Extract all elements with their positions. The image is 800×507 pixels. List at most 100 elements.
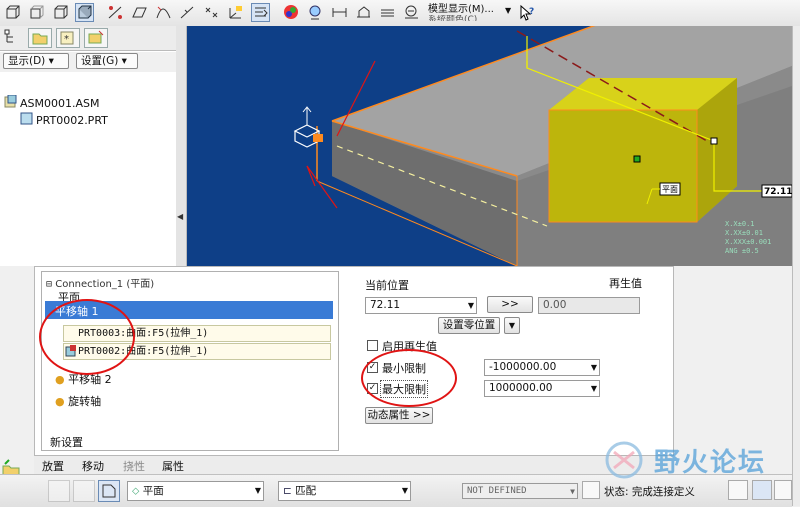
tree-item-prt[interactable]: PRT0002.PRT — [20, 112, 108, 128]
settings-menu-button[interactable]: 设置(G) ▾ — [76, 53, 138, 69]
measure-distance-icon[interactable] — [330, 3, 349, 22]
plane-tag: 平面 — [662, 185, 678, 194]
section-icon[interactable] — [354, 3, 373, 22]
tab-placement[interactable]: 放置 — [42, 458, 64, 474]
set-zero-button[interactable]: 设置零位置 — [438, 317, 500, 334]
folder-browser-tab-icon[interactable] — [28, 28, 52, 48]
tree-item-asm[interactable]: ASM0001.ASM — [4, 94, 100, 111]
model-display-menu[interactable]: 模型显示(M)... 系统颜色(C) — [428, 4, 516, 21]
user-defined-icon[interactable] — [48, 480, 70, 502]
tab-move[interactable]: 移动 — [82, 458, 104, 474]
jump-button[interactable]: >> — [487, 296, 533, 313]
ok-icon[interactable] — [774, 480, 792, 500]
new-setting-link[interactable]: 新设置 — [50, 434, 83, 450]
set-zero-dropdown[interactable]: ▼ — [504, 317, 520, 334]
regen-value: 0.00 — [543, 299, 567, 311]
match-type-select[interactable]: ⊏ 匹配 ▼ — [278, 481, 411, 501]
csys-display-icon[interactable] — [226, 3, 245, 22]
system-colors-label: 系统颜色(C) — [428, 15, 478, 21]
tab-properties[interactable]: 属性 — [162, 458, 184, 474]
model-tree-tab-icon[interactable] — [2, 28, 26, 48]
precision-line: ANG ±0.5 — [725, 247, 759, 255]
watermark-text: 野火论坛 — [654, 448, 767, 478]
axis-display-icon[interactable] — [178, 3, 197, 22]
spin-center-icon[interactable] — [251, 3, 270, 22]
connection-type-icon[interactable] — [98, 480, 120, 502]
bullet-icon: ● — [55, 373, 65, 386]
right-toolbar — [792, 26, 800, 506]
min-limit-select[interactable]: -1000000.00 ▼ — [484, 359, 600, 376]
view-manager-icon[interactable] — [402, 3, 421, 22]
flip-icon[interactable] — [582, 481, 600, 499]
pause-icon[interactable] — [728, 480, 748, 500]
chevron-down-icon: ▼ — [570, 487, 575, 496]
context-help-icon[interactable]: ? — [518, 4, 536, 22]
model-view[interactable]: 72.11 平面 X.X±0.1 X.XX±0.01 X.XXX±0.001 A… — [187, 26, 792, 266]
regen-value-field[interactable]: 0.00 — [538, 297, 640, 314]
current-position-value: 72.11 — [370, 299, 401, 311]
graphics-window[interactable]: 72.11 平面 X.X±0.1 X.XX±0.01 X.XXX±0.001 A… — [187, 26, 792, 266]
panel-splitter[interactable]: ◀ — [176, 26, 186, 266]
constraint-type-select[interactable]: ⬦ 平面 ▼ — [127, 481, 264, 501]
min-limit-value: -1000000.00 — [489, 361, 557, 373]
offset-value: NOT DEFINED — [467, 486, 527, 496]
precision-line: X.X±0.1 — [725, 220, 755, 228]
connections-tab-icon[interactable] — [84, 28, 108, 48]
dimension-label[interactable]: 72.11 — [764, 187, 792, 197]
enable-regen-checkbox[interactable] — [367, 340, 378, 351]
match-icon: ⊏ — [283, 485, 296, 497]
preview-icon[interactable] — [752, 480, 772, 500]
precision-line: X.XX±0.01 — [725, 229, 763, 237]
annotation-ellipse — [361, 349, 457, 407]
datum-curve-icon[interactable] — [154, 3, 173, 22]
chevron-down-icon: ▼ — [590, 384, 597, 393]
svg-text:*: * — [64, 34, 69, 45]
chevron-down-icon: ▼ — [254, 486, 261, 495]
model-tree-icon[interactable] — [306, 3, 325, 22]
rotation-axis-label: 旋转轴 — [68, 395, 102, 408]
current-position-select[interactable]: 72.11 ▼ — [365, 297, 477, 314]
layers-icon[interactable] — [378, 3, 397, 22]
shading-icon[interactable] — [75, 3, 94, 22]
svg-text:?: ? — [529, 7, 534, 17]
point-display-icon[interactable] — [202, 3, 221, 22]
favorites-tab-icon[interactable]: * — [56, 28, 80, 48]
match-type-value: 匹配 — [295, 485, 317, 497]
drag-handle[interactable] — [293, 106, 323, 148]
datum-plane-icon[interactable] — [130, 3, 149, 22]
annotation-ellipse — [39, 299, 135, 375]
offset-field[interactable]: NOT DEFINED ▼ — [462, 483, 578, 499]
plane-icon: ⬦ — [132, 485, 143, 497]
collapse-icon[interactable]: ⊟ — [46, 279, 52, 290]
precision-line: X.XXX±0.001 — [725, 238, 771, 246]
tab-flexibility[interactable]: 挠性 — [123, 458, 145, 474]
constraint-type-value: 平面 — [142, 485, 164, 497]
chevron-down-icon[interactable]: ▼ — [505, 6, 511, 15]
chevron-down-icon: ▼ — [401, 486, 408, 495]
tree-item-label: PRT0002.PRT — [36, 113, 108, 127]
max-limit-select[interactable]: 1000000.00 ▼ — [484, 380, 600, 397]
model-tree-panel: * 显示(D) ▾ 设置(G) ▾ ASM0001.ASM PRT0002.PR… — [0, 26, 187, 266]
display-menu-button[interactable]: 显示(D) ▾ — [3, 53, 69, 69]
connection-title-row[interactable]: ⊟ Connection_1 (平面) — [46, 275, 154, 290]
chevron-down-icon: ▼ — [590, 363, 597, 372]
watermark-logo: 野火论坛 — [600, 440, 790, 480]
dynamic-properties-button[interactable]: 动态属性 >> — [365, 407, 433, 424]
no-hidden-icon[interactable] — [51, 3, 70, 22]
hidden-line-icon[interactable] — [27, 3, 46, 22]
main-toolbar: 模型显示(M)... 系统颜色(C) ▼ ? — [0, 0, 800, 27]
model-display-label: 模型显示(M)... — [428, 4, 494, 15]
tree-item-label: ASM0001.ASM — [20, 96, 100, 110]
assembly-icon — [4, 94, 17, 111]
constraint-icon[interactable] — [73, 480, 95, 502]
wireframe-icon[interactable] — [3, 3, 22, 22]
chevron-down-icon: ▼ — [467, 301, 474, 310]
rotation-axis-row[interactable]: ● 旋转轴 — [55, 393, 101, 409]
panel-tabs: * — [0, 26, 186, 51]
translation-axis-2-label: 平移轴 2 — [68, 373, 112, 386]
regen-value-label: 再生值 — [609, 277, 642, 290]
datum-axis-icon[interactable] — [106, 3, 125, 22]
bullet-icon: ● — [55, 395, 65, 408]
appearance-icon[interactable] — [282, 3, 301, 22]
connection-dashboard: ⊟ Connection_1 (平面) 平面 平移轴 1 PRT0003:曲面:… — [34, 266, 674, 456]
